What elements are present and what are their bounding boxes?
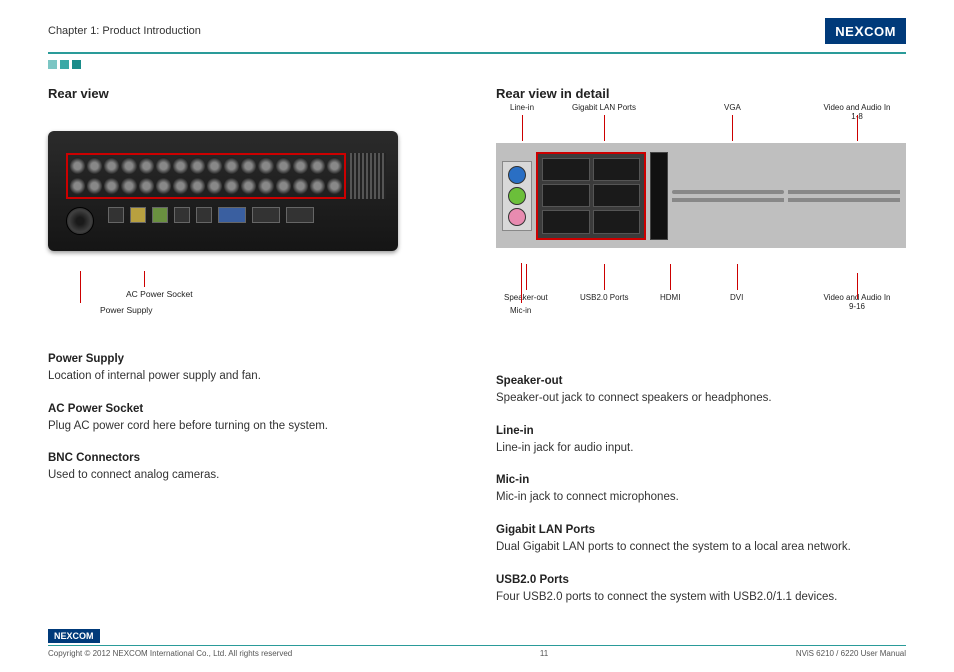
label-lan: Gigabit LAN Ports (572, 103, 636, 112)
desc-power-supply: Power Supply Location of internal power … (48, 353, 456, 385)
device-chassis (48, 131, 398, 251)
desc-speaker-out: Speaker-out Speaker-out jack to connect … (496, 375, 906, 407)
callout-ac-socket: AC Power Socket (126, 289, 193, 299)
mic-in-jack (508, 208, 526, 226)
label-line-in: Line-in (510, 103, 534, 112)
dvi-port (672, 198, 784, 202)
section-heading-rear-detail: Rear view in detail (496, 86, 906, 101)
desc-lan: Gigabit LAN Ports Dual Gigabit LAN ports… (496, 524, 906, 556)
page-number: 11 (540, 649, 548, 658)
label-usb: USB2.0 Ports (580, 293, 628, 302)
vga-port (672, 190, 784, 194)
decorative-squares (48, 60, 81, 69)
dvi-port-video-9-16 (788, 198, 900, 202)
brand-logo: NEXCOM (825, 18, 906, 44)
desc-ac-socket: AC Power Socket Plug AC power cord here … (48, 403, 456, 435)
psu-fan (66, 207, 94, 235)
lan-usb-block (536, 152, 646, 240)
callout-power-supply: Power Supply (100, 305, 152, 315)
rear-detail-figure: Line-in Gigabit LAN Ports VGA Video and … (496, 143, 906, 353)
footer-logo: NEXCOM (48, 629, 100, 643)
vent-slots (350, 153, 386, 199)
label-mic-in: Mic-in (510, 306, 531, 315)
page-footer: NEXCOM Copyright © 2012 NEXCOM Internati… (48, 626, 906, 658)
desc-line-in: Line-in Line-in jack for audio input. (496, 425, 906, 457)
dvi-vga-block (672, 190, 900, 202)
label-speaker-out: Speaker-out (504, 293, 548, 302)
desc-bnc: BNC Connectors Used to connect analog ca… (48, 452, 456, 484)
speaker-out-jack (508, 187, 526, 205)
section-heading-rear-view: Rear view (48, 86, 456, 101)
rear-view-figure: BNC Connectors (48, 131, 456, 331)
usb-port (542, 210, 590, 233)
dvi-port-video-1-8 (788, 190, 900, 194)
label-hdmi: HDMI (660, 293, 680, 302)
detail-io-panel: Line-in Gigabit LAN Ports VGA Video and … (496, 143, 906, 248)
lan-port (542, 158, 590, 181)
doc-title: NViS 6210 / 6220 User Manual (796, 649, 906, 658)
desc-usb: USB2.0 Ports Four USB2.0 ports to connec… (496, 574, 906, 606)
chapter-title: Chapter 1: Product Introduction (48, 25, 201, 37)
line-in-jack (508, 166, 526, 184)
label-dvi: DVI (730, 293, 743, 302)
copyright-text: Copyright © 2012 NEXCOM International Co… (48, 649, 292, 658)
usb-port (593, 184, 641, 207)
hdmi-port (650, 152, 668, 240)
lan-port (593, 158, 641, 181)
lower-port-row (108, 207, 314, 223)
label-vga: VGA (724, 103, 741, 112)
usb-port (593, 210, 641, 233)
horizontal-rule (48, 52, 906, 54)
audio-jacks (502, 161, 532, 231)
usb-port (542, 184, 590, 207)
desc-mic-in: Mic-in Mic-in jack to connect microphone… (496, 474, 906, 506)
bnc-connector-grid (66, 153, 346, 199)
